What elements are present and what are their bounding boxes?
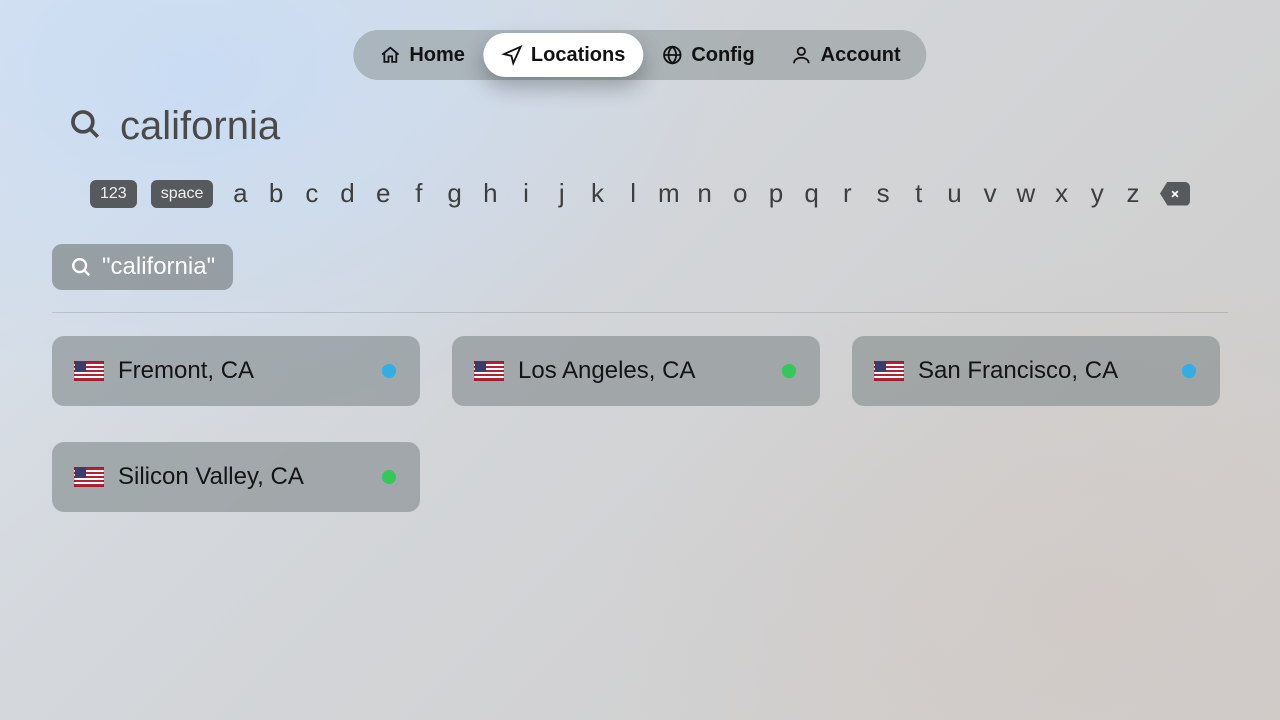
key-b[interactable]: b <box>263 178 289 209</box>
key-f[interactable]: f <box>406 178 432 209</box>
nav-config[interactable]: Config <box>643 35 772 75</box>
globe-icon <box>661 44 683 66</box>
nav-locations[interactable]: Locations <box>483 33 643 77</box>
nav-home[interactable]: Home <box>361 35 483 75</box>
key-v[interactable]: v <box>977 178 1003 209</box>
location-label: Fremont, CA <box>118 357 382 385</box>
key-a[interactable]: a <box>227 178 253 209</box>
key-q[interactable]: q <box>799 178 825 209</box>
nav-label: Account <box>821 44 901 67</box>
divider <box>52 312 1228 313</box>
home-icon <box>379 44 401 66</box>
key-i[interactable]: i <box>513 178 539 209</box>
backspace-icon[interactable] <box>1160 182 1190 206</box>
flag-icon <box>74 467 104 487</box>
key-w[interactable]: w <box>1013 178 1039 209</box>
nav-account[interactable]: Account <box>773 35 919 75</box>
key-p[interactable]: p <box>763 178 789 209</box>
keyboard-letters: abcdefghijklmnopqrstuvwxyz <box>227 178 1146 209</box>
key-s[interactable]: s <box>870 178 896 209</box>
nav-label: Home <box>409 44 465 67</box>
key-z[interactable]: z <box>1120 178 1146 209</box>
location-card[interactable]: Los Angeles, CA <box>452 336 820 406</box>
search-suggestion-label: "california" <box>102 253 215 281</box>
flag-icon <box>74 361 104 381</box>
flag-icon <box>874 361 904 381</box>
location-card[interactable]: Silicon Valley, CA <box>52 442 420 512</box>
keyboard-mode-key[interactable]: 123 <box>90 180 137 208</box>
key-r[interactable]: r <box>834 178 860 209</box>
key-d[interactable]: d <box>335 178 361 209</box>
key-c[interactable]: c <box>299 178 325 209</box>
key-n[interactable]: n <box>692 178 718 209</box>
flag-icon <box>474 361 504 381</box>
key-t[interactable]: t <box>906 178 932 209</box>
user-icon <box>791 44 813 66</box>
results-grid: Fremont, CA Los Angeles, CA San Francisco,… <box>52 336 1240 512</box>
location-card[interactable]: San Francisco, CA <box>852 336 1220 406</box>
key-e[interactable]: e <box>370 178 396 209</box>
keyboard-space-key[interactable]: space <box>151 180 214 208</box>
key-j[interactable]: j <box>549 178 575 209</box>
search-row: california <box>68 104 280 149</box>
top-nav: Home Locations Config Account <box>353 30 926 80</box>
search-input[interactable]: california <box>120 104 280 149</box>
status-dot <box>782 364 796 378</box>
key-y[interactable]: y <box>1084 178 1110 209</box>
search-icon <box>68 107 102 146</box>
location-card[interactable]: Fremont, CA <box>52 336 420 406</box>
keyboard-row: 123 space abcdefghijklmnopqrstuvwxyz <box>90 178 1190 209</box>
location-label: Los Angeles, CA <box>518 357 782 385</box>
navigate-icon <box>501 44 523 66</box>
key-h[interactable]: h <box>477 178 503 209</box>
key-l[interactable]: l <box>620 178 646 209</box>
status-dot <box>382 364 396 378</box>
key-m[interactable]: m <box>656 178 682 209</box>
key-u[interactable]: u <box>941 178 967 209</box>
status-dot <box>382 470 396 484</box>
location-label: Silicon Valley, CA <box>118 463 382 491</box>
key-g[interactable]: g <box>442 178 468 209</box>
nav-label: Config <box>691 44 754 67</box>
location-label: San Francisco, CA <box>918 357 1182 385</box>
nav-label: Locations <box>531 44 625 67</box>
key-x[interactable]: x <box>1049 178 1075 209</box>
status-dot <box>1182 364 1196 378</box>
search-suggestion[interactable]: "california" <box>52 244 233 290</box>
key-k[interactable]: k <box>584 178 610 209</box>
key-o[interactable]: o <box>727 178 753 209</box>
